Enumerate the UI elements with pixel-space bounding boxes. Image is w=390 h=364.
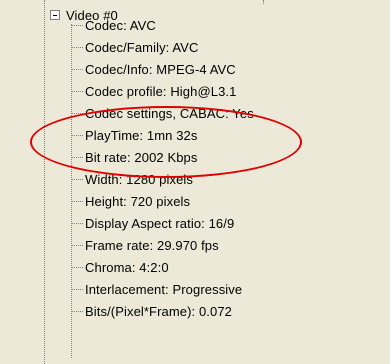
tree-item-codec-profile[interactable]: Codec profile: High@L3.1 (71, 80, 236, 102)
tree-item-playtime[interactable]: PlayTime: 1mn 32s (71, 124, 197, 146)
tree-item-label: Display Aspect ratio: 16/9 (85, 215, 235, 231)
tree-item-label: Codec/Family: AVC (85, 39, 199, 55)
collapse-icon[interactable] (50, 10, 60, 20)
tree-item-codec-info[interactable]: Codec/Info: MPEG-4 AVC (71, 58, 236, 80)
tree-item-label: Interlacement: Progressive (85, 281, 243, 297)
tree-item-label: Bit rate: 2002 Kbps (85, 149, 198, 165)
tree-item-label: Chroma: 4:2:0 (85, 259, 169, 275)
tree-item-label: Bits/(Pixel*Frame): 0.072 (85, 303, 232, 319)
tree-item-label: Codec settings, CABAC: Yes (85, 105, 254, 121)
tree-item-label: Codec profile: High@L3.1 (85, 83, 237, 99)
tree-item-bits-per-pixel-frame[interactable]: Bits/(Pixel*Frame): 0.072 (71, 300, 232, 322)
tree-item-chroma[interactable]: Chroma: 4:2:0 (71, 256, 169, 278)
tree-item-width[interactable]: Width: 1280 pixels (71, 168, 193, 190)
tree-item-label: Codec: AVC (85, 17, 156, 33)
tree-item-codec-settings-cabac[interactable]: Codec settings, CABAC: Yes (71, 102, 254, 124)
tree-view[interactable]: Video #0 Codec: AVC Codec/Family: AVC Co… (0, 0, 390, 364)
tree-item-display-aspect-ratio[interactable]: Display Aspect ratio: 16/9 (71, 212, 234, 234)
tree-item-label: Width: 1280 pixels (85, 171, 194, 187)
tree-item-codec-family[interactable]: Codec/Family: AVC (71, 36, 198, 58)
tree-item-label: Frame rate: 29.970 fps (85, 237, 219, 253)
tree-item-label: Height: 720 pixels (85, 193, 191, 209)
tree-guide-line-top (263, 0, 270, 4)
tree-item-bit-rate[interactable]: Bit rate: 2002 Kbps (71, 146, 197, 168)
tree-item-frame-rate[interactable]: Frame rate: 29.970 fps (71, 234, 219, 256)
tree-item-label: Codec/Info: MPEG-4 AVC (85, 61, 236, 77)
tree-item-codec[interactable]: Codec: AVC (71, 14, 156, 36)
tree-item-interlacement[interactable]: Interlacement: Progressive (71, 278, 242, 300)
tree-item-height[interactable]: Height: 720 pixels (71, 190, 190, 212)
tree-item-label: PlayTime: 1mn 32s (85, 127, 198, 143)
tree-guide-line (44, 0, 45, 364)
